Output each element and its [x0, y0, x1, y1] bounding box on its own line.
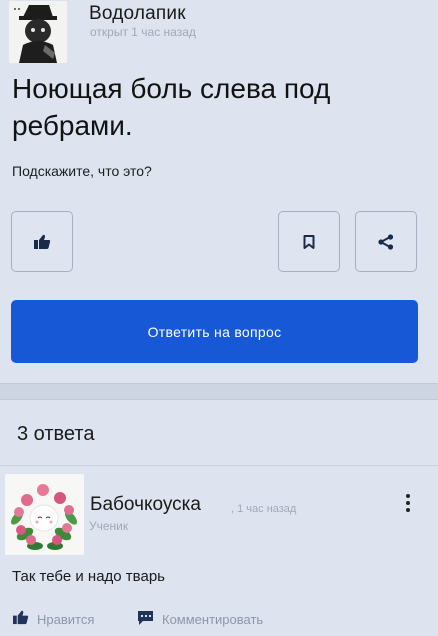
comment-button[interactable]: Комментировать — [137, 610, 263, 629]
question-title: Ноющая боль слева под ребрами. — [12, 73, 331, 141]
more-options-icon[interactable] — [402, 492, 414, 514]
share-button[interactable] — [355, 211, 417, 272]
answer-text: Так тебе и надо тварь — [12, 568, 165, 585]
answer-timestamp: , 1 час назад — [231, 503, 297, 515]
question-author-avatar[interactable] — [9, 1, 67, 63]
like-label: Нравится — [37, 611, 95, 627]
answers-count-heading: 3 ответа — [17, 423, 95, 445]
dot — [406, 494, 410, 498]
separator — [0, 465, 438, 466]
thumbs-up-icon — [12, 610, 29, 628]
like-button[interactable] — [11, 211, 73, 272]
answer-author-name[interactable]: Бабочкоуска — [90, 494, 201, 516]
bookmark-button[interactable] — [278, 211, 340, 272]
question-author-name[interactable]: Водолапик — [89, 3, 186, 25]
answer-author-avatar[interactable] — [5, 474, 84, 555]
dot — [406, 501, 410, 505]
answer-like-button[interactable]: Нравится — [12, 610, 94, 628]
bookmark-icon — [303, 234, 315, 249]
question-page: Водолапик открыт 1 час назад Ноющая боль… — [0, 0, 438, 636]
answer-question-button[interactable]: Ответить на вопрос — [11, 300, 418, 363]
question-body: Подскажите, что это? — [12, 163, 152, 179]
comment-label: Комментировать — [162, 612, 264, 627]
section-divider — [0, 383, 438, 400]
comment-icon — [137, 610, 154, 629]
dot — [406, 508, 410, 512]
question-timestamp: открыт 1 час назад — [90, 25, 196, 39]
thumbs-up-icon — [33, 234, 51, 250]
share-icon — [378, 233, 394, 250]
answer-author-rank: Ученик — [89, 519, 129, 533]
